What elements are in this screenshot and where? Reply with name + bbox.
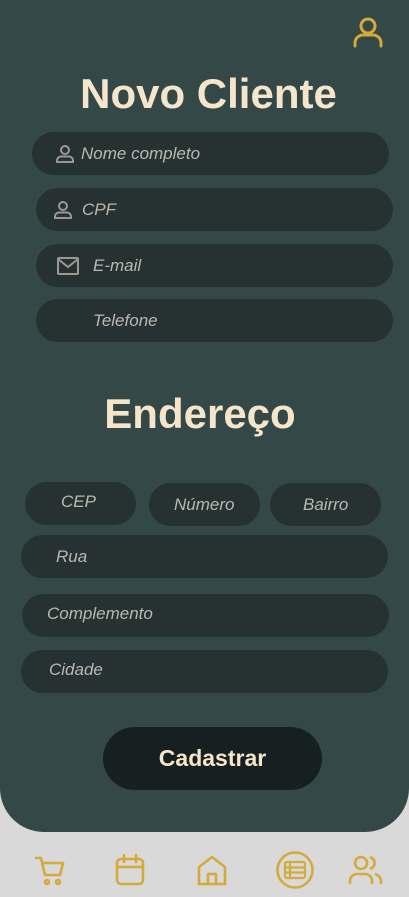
nav-item-cart[interactable] bbox=[30, 850, 70, 890]
bairro-input[interactable] bbox=[303, 483, 381, 526]
nome-field[interactable] bbox=[32, 132, 389, 175]
cidade-input[interactable] bbox=[49, 648, 388, 692]
section-title-endereco: Endereço bbox=[104, 390, 296, 437]
nome-input[interactable] bbox=[76, 132, 389, 175]
email-field[interactable] bbox=[36, 244, 393, 287]
page-title: Novo Cliente bbox=[80, 70, 337, 117]
user-icon bbox=[52, 199, 74, 221]
telefone-input[interactable] bbox=[93, 299, 393, 342]
user-icon bbox=[353, 17, 383, 48]
cart-icon bbox=[34, 856, 65, 886]
email-input[interactable] bbox=[79, 244, 393, 287]
bottom-nav bbox=[0, 840, 409, 897]
bairro-field[interactable] bbox=[270, 483, 381, 526]
user-icon bbox=[54, 143, 76, 165]
cep-input[interactable] bbox=[61, 480, 136, 523]
cpf-input[interactable] bbox=[74, 188, 393, 231]
cpf-field[interactable] bbox=[36, 188, 393, 231]
cep-field[interactable] bbox=[25, 480, 136, 525]
rua-input[interactable] bbox=[56, 535, 388, 578]
complemento-field[interactable] bbox=[22, 592, 389, 637]
cadastrar-button[interactable]: Cadastrar bbox=[103, 727, 322, 790]
home-icon bbox=[197, 855, 227, 886]
mail-icon bbox=[57, 255, 79, 277]
telefone-field[interactable] bbox=[36, 299, 393, 342]
nav-item-calendar[interactable] bbox=[110, 850, 150, 890]
numero-input[interactable] bbox=[174, 483, 260, 526]
cidade-field[interactable] bbox=[21, 648, 388, 693]
numero-field[interactable] bbox=[149, 483, 260, 526]
nav-item-list[interactable] bbox=[274, 850, 316, 890]
rua-field[interactable] bbox=[21, 535, 388, 578]
list-icon bbox=[276, 851, 314, 889]
nav-item-home[interactable] bbox=[192, 850, 232, 890]
users-icon bbox=[348, 855, 383, 885]
profile-button[interactable] bbox=[350, 14, 386, 50]
form-panel: Novo Cliente Nome completo CPF E-mail Te… bbox=[0, 0, 409, 832]
calendar-icon bbox=[115, 853, 145, 886]
nav-item-users[interactable] bbox=[346, 850, 386, 890]
complemento-input[interactable] bbox=[47, 592, 389, 636]
